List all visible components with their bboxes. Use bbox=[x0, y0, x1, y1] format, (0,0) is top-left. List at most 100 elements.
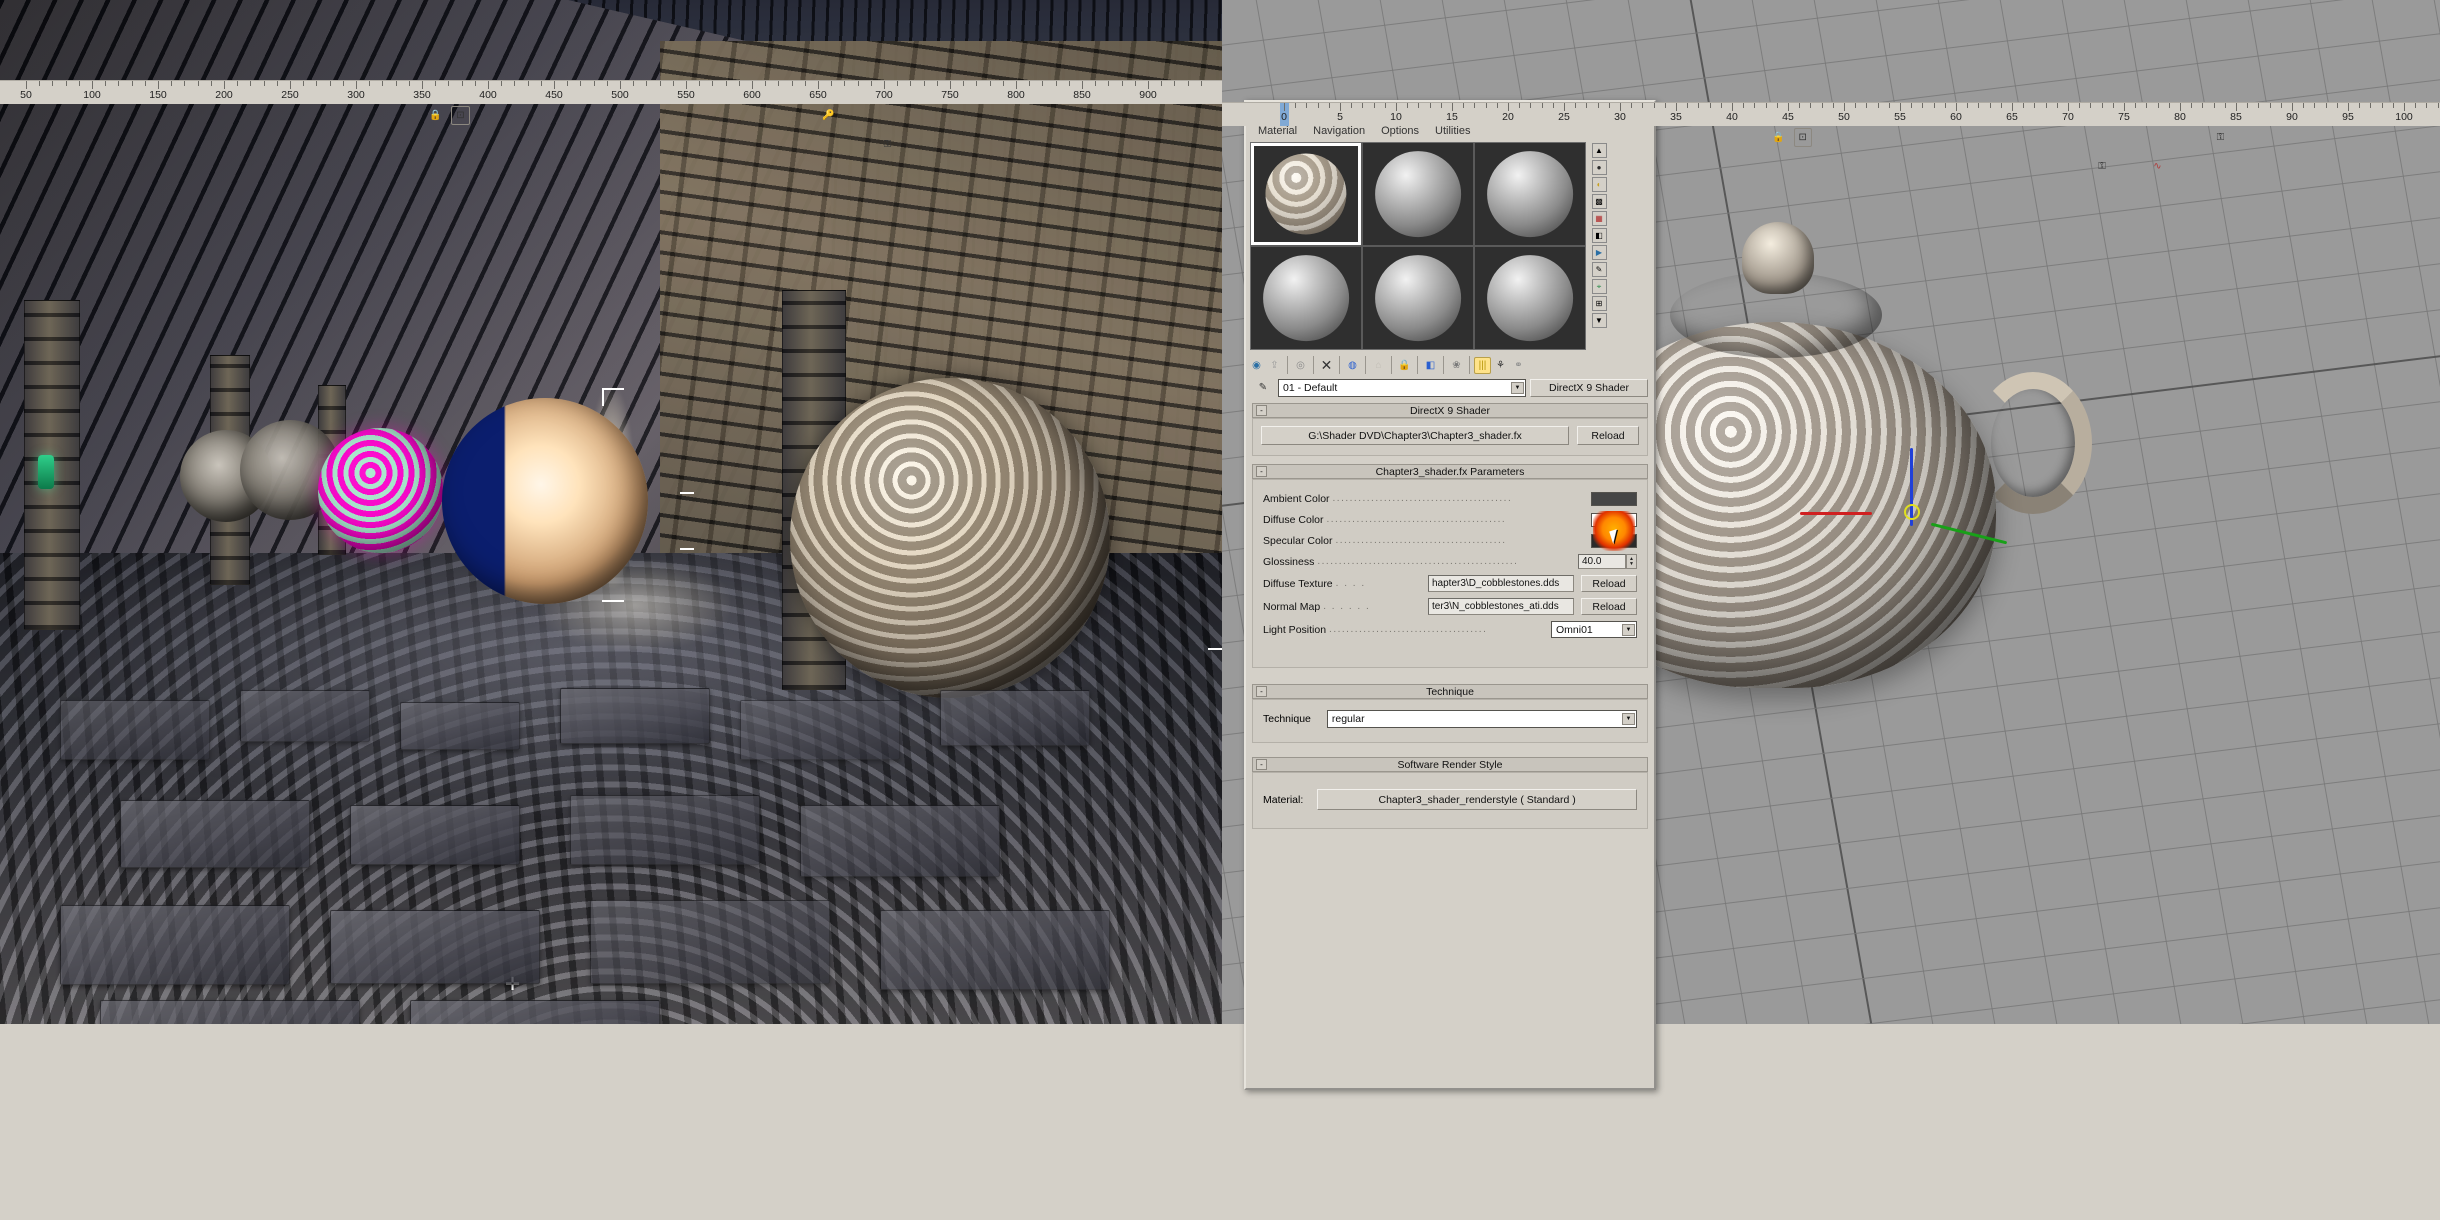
shader-path-button[interactable]: G:\Shader DVD\Chapter3\Chapter3_shader.f… bbox=[1261, 426, 1569, 445]
chevron-down-icon[interactable]: ▼ bbox=[1511, 381, 1524, 394]
sample-slot-6[interactable] bbox=[1475, 247, 1585, 349]
me-menu-navigation[interactable]: Navigation bbox=[1305, 125, 1373, 137]
material-editor-toolbar[interactable]: ◉ ⇪ ◎ ✕ ◍ ⌂ 🔒 ◧ ❀ ||| ⚘ ⚭ bbox=[1246, 354, 1654, 376]
scroll-up-icon[interactable]: ▲ bbox=[1591, 143, 1607, 158]
ambient-color-swatch[interactable] bbox=[1591, 491, 1637, 506]
sphere-halfblue[interactable] bbox=[442, 398, 648, 604]
material-map-navigator-icon[interactable]: ⚭ bbox=[1510, 357, 1527, 374]
rollout-body-software-render: Material: Chapter3_shader_renderstyle ( … bbox=[1252, 772, 1648, 829]
ruler-label: 10 bbox=[1390, 111, 1402, 123]
technique-combo[interactable]: regular ▼ bbox=[1326, 710, 1637, 728]
rollout-header-params[interactable]: - Chapter3_shader.fx Parameters bbox=[1252, 464, 1648, 479]
ruler-label: 5 bbox=[1337, 111, 1343, 123]
sample-slot-2[interactable] bbox=[1363, 143, 1473, 245]
show-map-in-viewport-icon[interactable]: ◧ bbox=[1422, 357, 1439, 374]
reset-map-icon[interactable]: ✕ bbox=[1318, 357, 1335, 374]
video-color-check-icon[interactable]: ◧ bbox=[1591, 228, 1607, 243]
me-menu-material[interactable]: Material bbox=[1250, 125, 1305, 137]
collapse-icon[interactable]: - bbox=[1256, 466, 1267, 477]
diffuse-texture-input[interactable]: hapter3\D_cobblestones.dds bbox=[1428, 575, 1574, 592]
me-menu-utilities[interactable]: Utilities bbox=[1427, 125, 1478, 137]
transform-gizmo[interactable] bbox=[1800, 448, 2040, 588]
glossiness-spinner[interactable]: ▲ ▼ bbox=[1626, 554, 1637, 569]
rollout-scroll-area[interactable]: - DirectX 9 Shader G:\Shader DVD\Chapter… bbox=[1246, 401, 1654, 1061]
selection-bracket-right bbox=[1208, 648, 1222, 650]
key-mode-icon[interactable]: 🔑 bbox=[819, 106, 838, 125]
axis-y-green[interactable] bbox=[1930, 522, 2008, 545]
set-key-animate-icon[interactable]: ∿ bbox=[2148, 157, 2167, 176]
left-track-ruler[interactable]: 50 100 150 200 250 300 350 400 450 500 550 600 650 70… bbox=[0, 80, 1222, 104]
axis-x-red[interactable] bbox=[1800, 512, 1872, 515]
ruler-label: 700 bbox=[875, 89, 893, 101]
rollout-header-software-render[interactable]: - Software Render Style bbox=[1252, 757, 1648, 772]
diffuse-texture-reload-button[interactable]: Reload bbox=[1581, 575, 1637, 592]
key-icon[interactable]: ⚿ bbox=[878, 135, 897, 154]
put-to-library-icon[interactable]: ⌂ bbox=[1370, 357, 1387, 374]
ruler-minor-tick bbox=[2056, 103, 2058, 108]
get-material-icon[interactable]: ◉ bbox=[1248, 357, 1265, 374]
software-material-button[interactable]: Chapter3_shader_renderstyle ( Standard ) bbox=[1317, 789, 1637, 810]
ruler-label: 500 bbox=[611, 89, 629, 101]
sample-slot-side-toolbar[interactable]: ▲ ● ◐ ▩ ▦ ◧ ▶ ✎ ⌖ ⊞ ▼ bbox=[1586, 142, 1612, 350]
sample-slot-4[interactable] bbox=[1251, 247, 1361, 349]
sample-slot-grid[interactable] bbox=[1250, 142, 1586, 350]
ruler-label: 60 bbox=[1950, 111, 1962, 123]
material-name-combo[interactable]: 01 - Default ▼ bbox=[1278, 378, 1526, 397]
sphere-cobblestone[interactable] bbox=[790, 378, 1110, 698]
sample-slot-1[interactable] bbox=[1251, 143, 1361, 245]
go-to-parent-icon[interactable]: ||| bbox=[1474, 356, 1491, 374]
go-forward-to-sibling-icon[interactable]: ⚘ bbox=[1492, 357, 1509, 374]
assign-material-icon[interactable]: ◎ bbox=[1292, 357, 1309, 374]
absolute-mode-icon[interactable]: ⊡ bbox=[1793, 128, 1812, 147]
material-id-channel-icon[interactable]: ⊞ bbox=[1591, 296, 1607, 311]
chevron-down-icon[interactable]: ▼ bbox=[1622, 713, 1635, 725]
dot-leader: ........................................… bbox=[1317, 556, 1519, 567]
ruler-label: 35 bbox=[1670, 111, 1682, 123]
backlight-icon[interactable]: ◐ bbox=[1591, 177, 1607, 192]
material-type-button[interactable]: DirectX 9 Shader bbox=[1530, 378, 1648, 397]
light-position-combo[interactable]: Omni01 ▼ bbox=[1551, 621, 1637, 638]
right-track-ruler[interactable]: 0 5 10 15 20 25 30 35 40 45 50 55 60 65 70 75 80 85 90 95 10… bbox=[1222, 102, 2440, 126]
sphere-magenta[interactable] bbox=[318, 428, 443, 553]
me-menu-options[interactable]: Options bbox=[1373, 125, 1427, 137]
lock-selection-icon[interactable]: 🔒 bbox=[426, 106, 445, 125]
ruler-minor-tick bbox=[1821, 103, 1823, 108]
background-icon[interactable]: ▩ bbox=[1591, 194, 1607, 209]
make-preview-icon[interactable]: ▶ bbox=[1591, 245, 1607, 260]
collapse-icon[interactable]: - bbox=[1256, 759, 1267, 770]
sample-type-icon[interactable]: ● bbox=[1591, 160, 1607, 175]
chevron-down-icon[interactable]: ▼ bbox=[1622, 623, 1635, 636]
ruler-minor-tick bbox=[382, 81, 384, 86]
ruler-minor-tick bbox=[1664, 103, 1666, 108]
ruler-major-tick bbox=[2012, 103, 2013, 111]
rollout-header-dx9[interactable]: - DirectX 9 Shader bbox=[1252, 403, 1648, 418]
ruler-minor-tick bbox=[171, 81, 173, 86]
collapse-icon[interactable]: - bbox=[1256, 686, 1267, 697]
rollout-header-technique[interactable]: - Technique bbox=[1252, 684, 1648, 699]
collapse-icon[interactable]: - bbox=[1256, 405, 1267, 416]
normal-map-reload-button[interactable]: Reload bbox=[1581, 598, 1637, 615]
material-effects-channel-icon[interactable]: 🔒 bbox=[1396, 357, 1413, 374]
sample-slot-5[interactable] bbox=[1363, 247, 1473, 349]
select-by-material-icon[interactable]: ⌖ bbox=[1591, 279, 1607, 294]
sample-slot-3[interactable] bbox=[1475, 143, 1585, 245]
absolute-mode-icon[interactable]: ⊡ bbox=[451, 106, 470, 125]
sample-uv-tiling-icon[interactable]: ▦ bbox=[1591, 211, 1607, 226]
eyedropper-icon[interactable]: ✎ bbox=[1252, 378, 1274, 397]
glossiness-input[interactable]: 40.0 bbox=[1578, 554, 1626, 569]
lock-selection-icon[interactable]: 🔒 bbox=[1769, 128, 1787, 147]
key-mode-icon[interactable]: ⚿ bbox=[2201, 128, 2240, 147]
shader-reload-button[interactable]: Reload bbox=[1577, 426, 1639, 445]
ruler-minor-tick bbox=[778, 81, 780, 86]
put-to-scene-icon[interactable]: ⇪ bbox=[1266, 357, 1283, 374]
normal-map-input[interactable]: ter3\N_cobblestones_ati.dds bbox=[1428, 598, 1574, 615]
floor-slab bbox=[570, 795, 760, 865]
options-icon[interactable]: ✎ bbox=[1591, 262, 1607, 277]
key-icon[interactable]: ⚿ bbox=[2082, 157, 2122, 176]
make-unique-icon[interactable]: ◍ bbox=[1344, 357, 1361, 374]
ruler-minor-tick bbox=[1187, 81, 1189, 86]
show-end-result-icon[interactable]: ❀ bbox=[1448, 357, 1465, 374]
left-viewport[interactable]: ✛ bbox=[0, 0, 1222, 1024]
scroll-down-icon[interactable]: ▼ bbox=[1591, 313, 1607, 328]
material-editor-dialog[interactable]: Material Editor - 01 - Default _ □ ✕ Mat… bbox=[1244, 100, 1656, 1090]
